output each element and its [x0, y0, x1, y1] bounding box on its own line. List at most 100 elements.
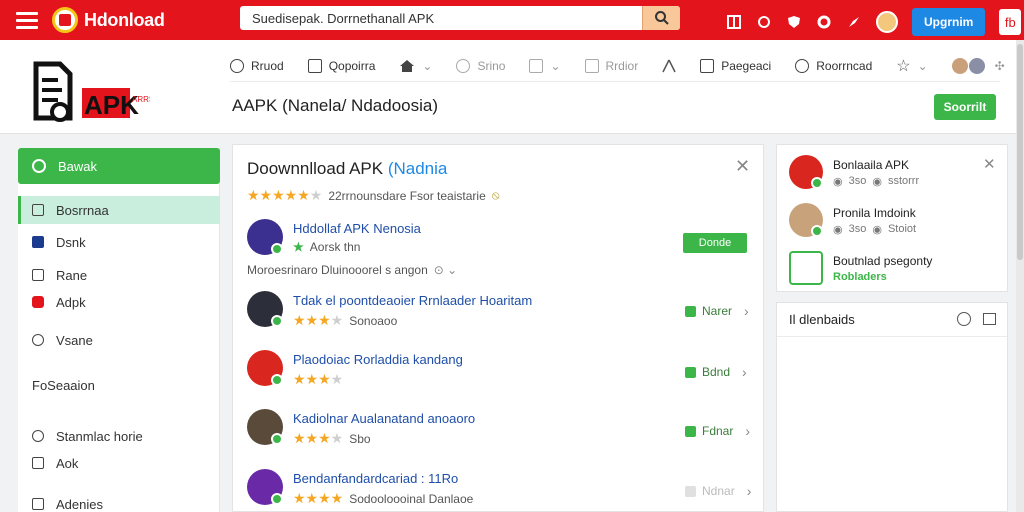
verified-icon: [271, 315, 283, 327]
app-name[interactable]: Hddollaf APK Nenosia: [293, 221, 421, 236]
sidebar-item-1[interactable]: Bosrrnaa: [18, 196, 220, 224]
nav-item-page[interactable]: Paegeaci: [700, 58, 771, 73]
square-button[interactable]: fb: [999, 9, 1022, 35]
sidebar-item-3[interactable]: Rane: [18, 261, 220, 289]
card-rating: ★★★★★★ 22rrnounsdare Fsor teaistarie ⦸: [247, 187, 500, 203]
app-sub: ★★★★ Sonoaoo: [293, 312, 398, 328]
list-icon[interactable]: [983, 313, 996, 325]
arrow-icon: [662, 59, 676, 72]
app-name[interactable]: Tdak el poontdeaoier Rrnlaader Hoaritam: [293, 293, 532, 308]
avatar: [951, 57, 968, 74]
grid-icon[interactable]: [726, 14, 742, 30]
nav-item-2[interactable]: Qopoirra: [307, 58, 375, 73]
list-item[interactable]: Tdak el poontdeaoier Rrnlaader Hoaritam …: [247, 291, 751, 331]
app-name[interactable]: Bendanfandardcariad : 11Ro: [293, 471, 458, 486]
app-name[interactable]: Kadiolnar Aualanatand anoaoro: [293, 411, 475, 426]
user-avatar[interactable]: [876, 11, 898, 33]
verified-icon: [811, 225, 823, 237]
sidebar-item-4[interactable]: Adpk: [18, 288, 220, 316]
search-submit-button[interactable]: Soorrilt: [934, 94, 996, 120]
avatar: [968, 57, 985, 74]
grid-icon: [32, 457, 44, 469]
download-button[interactable]: Donde: [683, 233, 747, 253]
star-rating: ★★★★★★: [247, 187, 323, 203]
nav-item-home[interactable]: ⌄: [399, 59, 432, 73]
list-item[interactable]: Bendanfandardcariad : 11Ro ★★★★ Sodoolooo…: [247, 469, 751, 509]
download-card: Doownnlload APK (Nadnia ✕ ★★★★★★ 22rrnou…: [232, 144, 764, 512]
related-item[interactable]: Boutnlad psegonty Robladers: [789, 251, 999, 287]
nav-item-search[interactable]: Srino: [456, 58, 505, 73]
search-bar: [240, 6, 680, 30]
hamburger-menu-icon[interactable]: [16, 11, 38, 29]
close-icon[interactable]: ✕: [735, 157, 750, 175]
search-input[interactable]: [240, 6, 642, 30]
verified-icon: [271, 493, 283, 505]
sidebar-item-2[interactable]: Dsnk: [18, 228, 220, 256]
info-line: Moroesrinaro Dluinooorel s angon ⊙ ⌄: [247, 263, 458, 277]
logo-tag: ARRS: [132, 95, 150, 104]
download-link[interactable]: Ndnar ›: [685, 483, 751, 499]
app-sub: ★★★★ Sbo: [293, 430, 371, 446]
top-icons: Upgrnim fb: [726, 8, 1024, 36]
nav-item-star[interactable]: ☆ ⌄: [896, 56, 927, 76]
search-icon: [654, 11, 669, 25]
verified-icon: [271, 374, 283, 386]
verified-icon: [271, 433, 283, 445]
list-item[interactable]: Hddollaf APK Nenosia ★ Aorsk thn Donde: [247, 219, 751, 259]
download-link[interactable]: Fdnar ›: [685, 423, 750, 439]
list-item[interactable]: Kadiolnar Aualanatand anoaoro ★★★★ Sbo Fd…: [247, 409, 751, 449]
download-link[interactable]: Narer ›: [685, 303, 749, 319]
settings-icon[interactable]: [816, 14, 832, 30]
rocket-icon[interactable]: [846, 14, 862, 30]
globe-icon: [230, 58, 244, 73]
brand[interactable]: Hdonload: [52, 7, 165, 33]
scrollbar-thumb[interactable]: [1017, 44, 1023, 260]
brand-name: Hdonload: [84, 9, 165, 30]
apk-icon: [32, 296, 44, 308]
verified-icon: [271, 243, 283, 255]
nav-avatars[interactable]: [951, 57, 985, 74]
sidebar-item-6[interactable]: Stanmlac horie: [18, 422, 220, 450]
page-icon: [700, 58, 715, 73]
search-button[interactable]: [642, 6, 680, 30]
sparkle-icon: ✣: [994, 58, 1005, 73]
sidebar-item-8[interactable]: Adenies: [18, 490, 220, 512]
brand-logo-icon: [52, 7, 78, 33]
card-title: Doownnlload APK (Nadnia: [247, 159, 448, 178]
app-name[interactable]: Plaodoiac Rorladdia kandang: [293, 352, 463, 367]
download-link[interactable]: Bdnd ›: [685, 364, 747, 380]
shield-icon[interactable]: [786, 14, 802, 30]
app-sub: ★★★★ Sodooloooinal Danlaoe: [293, 490, 474, 506]
page-header: APK ARRS Rruod Qopoirra ⌄ Srino ⌄ Rrdior…: [0, 40, 1018, 134]
search-icon[interactable]: [957, 312, 971, 326]
sidebar-section[interactable]: FoSeaaion: [18, 371, 220, 399]
search-icon: [456, 58, 471, 73]
mail-icon: [584, 58, 599, 73]
clock-icon: [32, 430, 44, 442]
flag-icon: [32, 236, 44, 248]
info-icon[interactable]: [756, 14, 772, 30]
related-item[interactable]: Bonlaaila APK ◉ 3so ◉ sstorrr: [789, 155, 999, 191]
page-icon: [32, 269, 44, 281]
related-item[interactable]: Pronila Imdoink ◉ 3so ◉ Stoiot: [789, 203, 999, 239]
sidebar-primary-button[interactable]: Bawak: [18, 148, 220, 184]
sidebar: Bawak Bosrrnaa Dsnk Rane Adpk Vsane FoSe…: [18, 148, 220, 512]
list-item[interactable]: Plaodoiac Rorladdia kandang ★★★★ Bdnd ›: [247, 350, 751, 390]
window-icon: [307, 58, 322, 73]
top-app-bar: Hdonload Upgrnim fb: [0, 0, 1024, 40]
box-icon: [32, 204, 44, 216]
apk-logo[interactable]: APK ARRS: [30, 56, 150, 126]
verified-icon: [811, 177, 823, 189]
nav-more[interactable]: ✣: [995, 59, 1005, 73]
nav-item-box[interactable]: ⌄: [529, 58, 561, 73]
upgrade-button[interactable]: Upgrnim: [912, 8, 986, 36]
nav-item-arrow[interactable]: [662, 59, 676, 73]
nav-item-mail[interactable]: Rrdior: [584, 58, 638, 73]
nav-item-1[interactable]: Rruod: [230, 58, 284, 73]
sidebar-item-5[interactable]: Vsane: [18, 326, 220, 354]
nav-item-ring[interactable]: Roorrncad: [795, 58, 872, 73]
app-icon: [789, 251, 823, 285]
sidebar-item-7[interactable]: Aok: [18, 449, 220, 477]
details-title: Il dlenbaids: [777, 303, 1007, 337]
ring-icon: [795, 58, 810, 73]
